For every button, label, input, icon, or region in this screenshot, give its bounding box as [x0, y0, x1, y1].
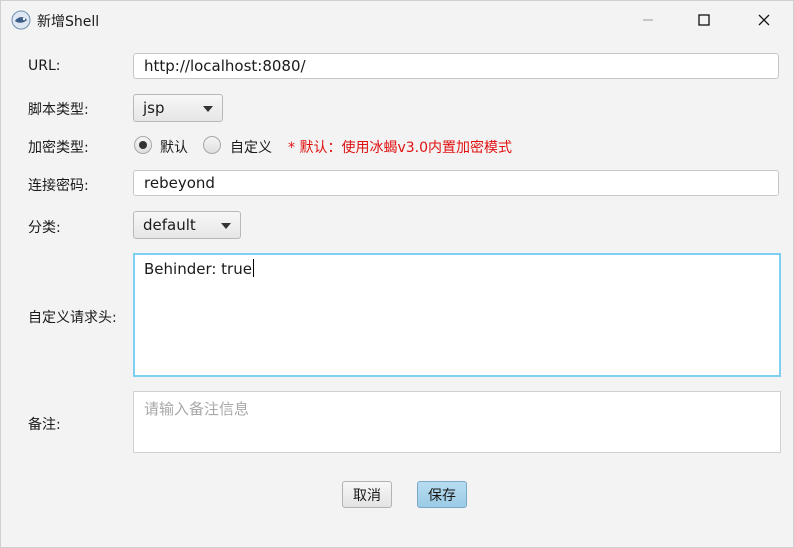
chevron-down-icon: [203, 106, 213, 112]
script-type-label: 脚本类型:: [28, 102, 89, 118]
text-cursor: [252, 259, 254, 277]
password-input[interactable]: rebeyond: [133, 170, 779, 196]
category-value: default: [143, 216, 196, 234]
window-title: 新增Shell: [37, 14, 100, 30]
radio-default[interactable]: [134, 136, 152, 154]
headers-label: 自定义请求头:: [28, 310, 117, 326]
url-label: URL:: [28, 58, 61, 74]
radio-custom[interactable]: [203, 136, 221, 154]
headers-textarea[interactable]: Behinder: true: [133, 253, 781, 377]
close-icon: [758, 14, 770, 26]
radio-custom-label[interactable]: 自定义: [230, 137, 272, 157]
chevron-down-icon: [221, 223, 231, 229]
close-button[interactable]: [741, 1, 787, 39]
url-input[interactable]: http://localhost:8080/: [133, 53, 779, 79]
script-type-select[interactable]: jsp: [133, 94, 223, 122]
cancel-button[interactable]: 取消: [342, 481, 392, 508]
save-button[interactable]: 保存: [417, 481, 467, 508]
headers-text: Behinder: true: [144, 260, 252, 278]
script-type-value: jsp: [143, 99, 165, 117]
behinder-app-icon: [11, 10, 31, 30]
remark-placeholder: 请输入备注信息: [144, 400, 250, 418]
radio-default-label[interactable]: 默认: [160, 137, 188, 157]
category-label: 分类:: [28, 220, 61, 236]
radio-selected-dot: [139, 141, 147, 149]
dialog-window: 新增Shell URL: http://localhost:8080/ 脚本类型…: [0, 0, 794, 548]
remark-label: 备注:: [28, 417, 61, 433]
encrypt-type-label: 加密类型:: [28, 140, 89, 156]
password-label: 连接密码:: [28, 178, 89, 194]
remark-textarea[interactable]: 请输入备注信息: [133, 391, 781, 453]
title-bar: 新增Shell: [1, 1, 793, 39]
encrypt-note: * 默认：使用冰蝎v3.0内置加密模式: [288, 140, 512, 156]
maximize-icon: [698, 14, 710, 26]
category-select[interactable]: default: [133, 211, 241, 239]
minimize-button[interactable]: [625, 1, 671, 39]
maximize-button[interactable]: [681, 1, 727, 39]
minimize-icon: [643, 19, 653, 21]
